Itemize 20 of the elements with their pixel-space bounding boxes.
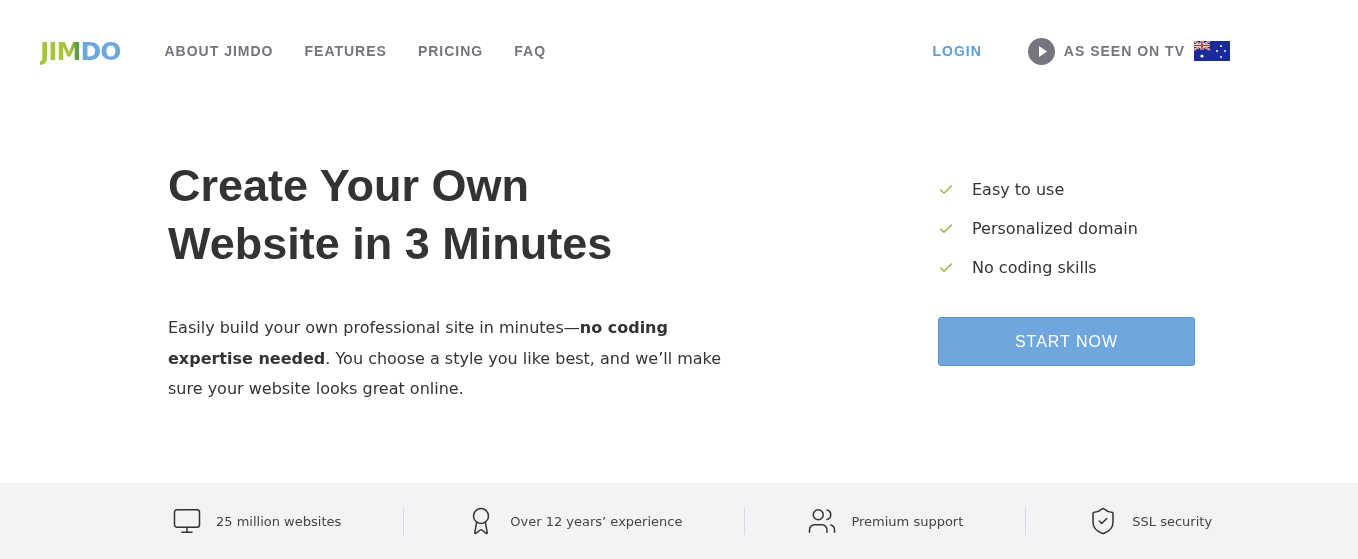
as-seen-on-tv-link[interactable]: AS SEEN ON TV xyxy=(1063,43,1185,59)
benefit-text: No coding skills xyxy=(972,258,1097,277)
nav-link[interactable]: FAQ xyxy=(514,43,547,59)
feature-text: 25 million websites xyxy=(216,513,342,529)
hero-title: Create Your Own Website in 3 Minutes xyxy=(168,159,614,271)
play-icon[interactable] xyxy=(1027,37,1055,65)
nav-link[interactable]: ABOUT JIMDO xyxy=(164,43,274,59)
start-now-button[interactable]: START NOW xyxy=(938,317,1195,366)
hero-description: Easily build your own professional site in minutes—no coding expertise needed. You choose a style you like best, and we’ll make sure your website looks great online. xyxy=(168,317,723,400)
monitor-icon xyxy=(172,506,202,536)
benefit-text: Easy to use xyxy=(972,180,1065,199)
feature-text: Premium support xyxy=(851,513,964,529)
people-icon xyxy=(807,506,838,536)
feature-text: Over 12 years’ experience xyxy=(510,513,683,529)
login-link[interactable]: LOGIN xyxy=(932,43,982,59)
nav-link[interactable]: FEATURES xyxy=(304,43,387,59)
benefit-text: Personalized domain xyxy=(972,219,1138,238)
feature-text: SSL security xyxy=(1132,513,1213,529)
flag-icon[interactable] xyxy=(1194,41,1230,61)
nav-link[interactable]: PRICING xyxy=(417,43,484,59)
